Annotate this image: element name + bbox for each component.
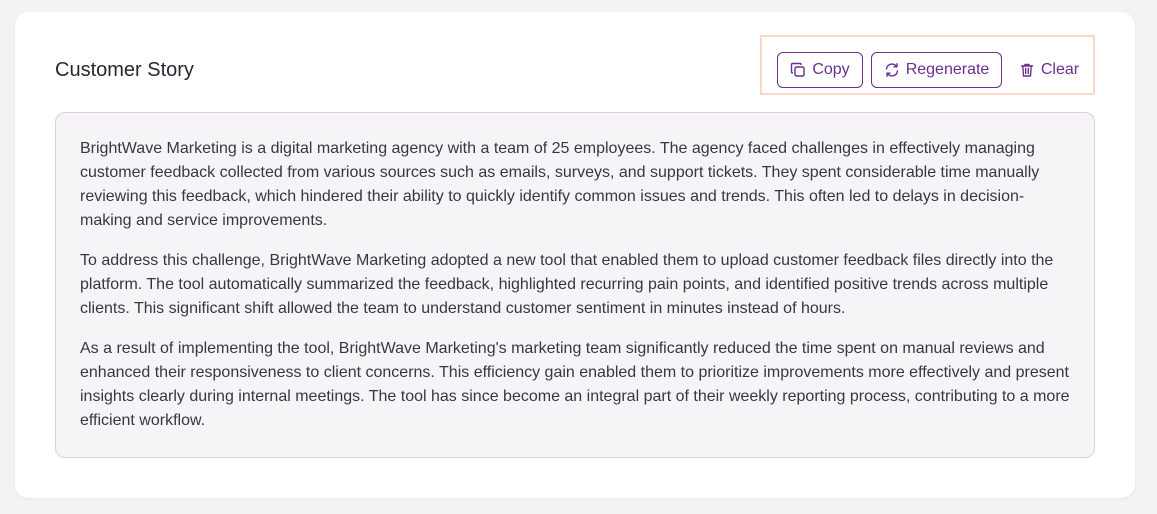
trash-icon	[1019, 62, 1035, 78]
copy-button-label: Copy	[812, 61, 850, 78]
copy-button[interactable]: Copy	[777, 52, 863, 88]
regenerate-button-label: Regenerate	[905, 61, 990, 78]
refresh-icon	[884, 62, 900, 78]
card-title: Customer Story	[55, 59, 194, 81]
customer-story-card: Customer Story Copy Regenerate Clear Bri…	[15, 12, 1135, 498]
regenerate-button[interactable]: Regenerate	[871, 52, 1002, 88]
story-paragraph: To address this challenge, BrightWave Ma…	[80, 252, 1054, 317]
story-paragraph: As a result of implementing the tool, Br…	[80, 340, 1070, 429]
clear-button[interactable]: Clear	[1013, 52, 1085, 88]
clear-button-label: Clear	[1040, 61, 1080, 78]
story-paragraph: BrightWave Marketing is a digital market…	[80, 140, 1040, 229]
copy-icon	[790, 62, 806, 78]
story-content: BrightWave Marketing is a digital market…	[55, 112, 1095, 458]
